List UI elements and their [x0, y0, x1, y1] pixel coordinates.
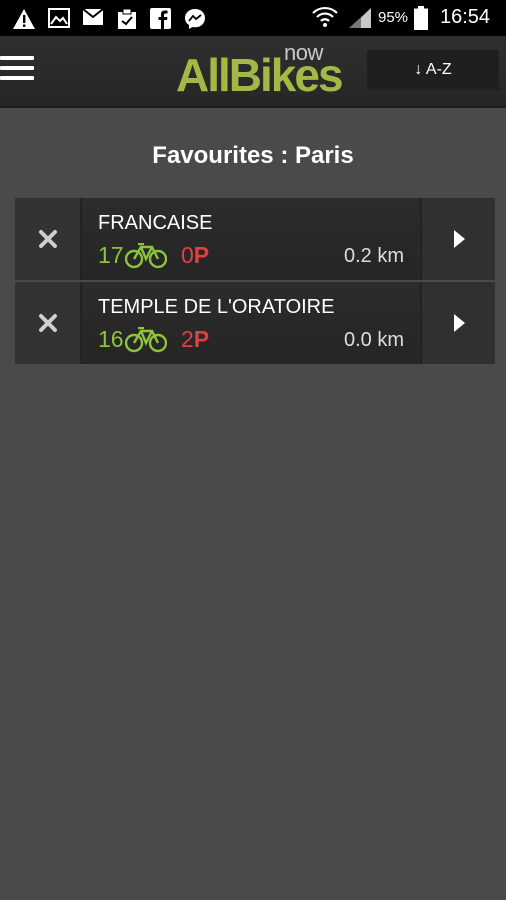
status-bar: 95% 16:54 — [0, 0, 506, 36]
station-info[interactable]: FRANCAISE 17 0P 0.2 km — [82, 198, 418, 280]
close-icon — [38, 230, 57, 248]
battery-percentage: 95% — [378, 9, 409, 26]
logo-main-text: AllBikes — [176, 49, 344, 101]
list-item: TEMPLE DE L'ORATOIRE 16 2P 0.0 km — [15, 282, 495, 364]
parking-symbol: P — [193, 326, 210, 352]
messenger-icon — [185, 9, 205, 29]
clock: 16:54 — [440, 6, 491, 28]
station-name: TEMPLE DE L'ORATOIRE — [98, 296, 335, 318]
open-station-button[interactable] — [420, 198, 495, 280]
app-logo: now AllBikes — [176, 40, 344, 101]
wifi-icon — [312, 6, 338, 27]
station-info[interactable]: TEMPLE DE L'ORATOIRE 16 2P 0.0 km — [82, 282, 418, 364]
mail-icon — [82, 8, 104, 25]
parking-count: 2 — [181, 326, 194, 352]
page-title: Favourites : Paris — [152, 142, 354, 169]
parking-available: 2P — [181, 326, 209, 353]
open-station-button[interactable] — [420, 282, 495, 364]
clipboard-icon — [118, 8, 136, 29]
parking-symbol: P — [193, 242, 210, 268]
station-distance: 0.0 km — [343, 329, 404, 351]
list-item: FRANCAISE 17 0P 0.2 km — [15, 198, 495, 280]
app-bar: now AllBikes ↓ A-Z — [0, 36, 506, 108]
station-name: FRANCAISE — [98, 212, 213, 234]
warning-icon — [13, 9, 35, 29]
facebook-icon — [150, 8, 171, 29]
parking-available: 0P — [181, 242, 209, 269]
battery-icon — [414, 6, 428, 30]
close-icon — [38, 314, 57, 332]
sort-button[interactable]: ↓ A-Z — [367, 50, 499, 90]
favourites-list: FRANCAISE 17 0P 0.2 km TEMPLE DE L'ORATO… — [15, 198, 495, 366]
bike-icon — [124, 326, 167, 352]
chevron-right-icon — [453, 314, 465, 332]
bike-icon — [124, 242, 167, 268]
remove-favourite-button[interactable] — [15, 198, 82, 280]
bikes-count: 16 — [98, 326, 124, 352]
signal-icon — [349, 8, 371, 28]
bikes-available: 16 — [98, 326, 167, 353]
remove-favourite-button[interactable] — [15, 282, 82, 364]
bikes-available: 17 — [98, 242, 167, 269]
station-distance: 0.2 km — [343, 245, 404, 267]
parking-count: 0 — [181, 242, 194, 268]
chevron-right-icon — [453, 230, 465, 248]
gallery-icon — [48, 8, 70, 28]
menu-icon[interactable] — [0, 56, 34, 84]
bikes-count: 17 — [98, 242, 124, 268]
